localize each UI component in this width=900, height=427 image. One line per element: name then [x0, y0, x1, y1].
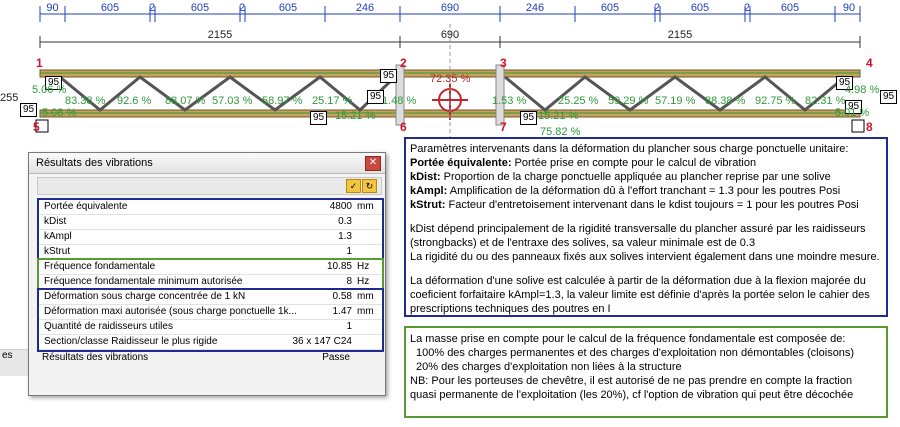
pct-label: 83.38 %: [65, 95, 106, 107]
info-line: La masse prise en compte pour le calcul …: [410, 333, 846, 345]
strip-label: es: [2, 350, 13, 361]
node-label: 6: [400, 120, 407, 134]
pct-label: 1.48 %: [382, 95, 417, 107]
pct-label: 25.25 %: [558, 95, 599, 107]
dim-label: 246: [525, 2, 545, 14]
info-line: kDist dépend principalement de la rigidi…: [410, 223, 866, 235]
dim-label: 605: [190, 2, 210, 14]
result-row: Déformation maxi autorisée (sous charge …: [39, 305, 382, 320]
pct-label: 15.21 %: [335, 110, 376, 122]
info-line: Portée équivalente: Portée prise en comp…: [410, 157, 757, 169]
pct-label: 15.21 %: [538, 110, 579, 122]
dim-label: 90: [842, 2, 856, 14]
result-row: kDist 0.3: [39, 215, 382, 230]
result-summary: Résultats des vibrations Passe: [37, 351, 380, 365]
dialog-toolbar: ✓ ↻: [37, 177, 382, 195]
node-label: 1: [36, 56, 43, 70]
pct-label: 92.75 %: [755, 95, 796, 107]
info-line: La rigidité du ou des panneaux fixés aux…: [410, 251, 880, 263]
group-deformation-params: Portée équivalente 4800 mm kDist 0.3 kAmpl 1…: [37, 198, 384, 262]
node-label: 3: [500, 56, 507, 70]
refresh-icon[interactable]: ↻: [362, 179, 377, 193]
info-line: 100% des charges permanentes et des char…: [416, 347, 855, 359]
ref-box: 95: [310, 111, 328, 125]
dim-label: 605: [100, 2, 120, 14]
center-pct: 72.35 %: [430, 73, 471, 85]
node-label: 2: [400, 56, 407, 70]
pct-label: 57.03 %: [212, 95, 253, 107]
info-line: kDist: Proportion de la charge ponctuell…: [410, 171, 831, 183]
dim-label: 2: [743, 2, 751, 14]
ref-box: 95: [380, 69, 398, 83]
dim-label: 2: [238, 2, 246, 14]
dim-label: 605: [600, 2, 620, 14]
dim-label: 90: [46, 2, 59, 14]
group-deflection: Déformation sous charge concentrée de 1 …: [37, 288, 384, 352]
dim-label: 2: [148, 2, 156, 14]
dim-label: 605: [278, 2, 298, 14]
group-frequency: Fréquence fondamentale 10.85 Hz Fréquence …: [37, 258, 384, 292]
pct-label: 92.6 %: [117, 95, 152, 107]
pct-label: 82.31 %: [805, 95, 846, 107]
node-label: 8: [866, 120, 873, 134]
pct-label: 25.17 %: [312, 95, 353, 107]
result-row: Résultats des vibrations Passe: [42, 352, 350, 363]
info-line: kAmpl: Amplification de la déformation d…: [410, 185, 841, 197]
info-line: quasi permanente de l'exploitation (les …: [410, 389, 854, 401]
pct-label: 57.19 %: [655, 95, 696, 107]
info-line: 20% des charges d'exploitation non liées…: [416, 361, 682, 373]
info-line: (strongbacks) et de l'entraxe des solive…: [410, 237, 756, 249]
result-row: Déformation sous charge concentrée de 1 …: [39, 290, 382, 305]
info-line: NB: Pour les porteuses de chevêtre, il e…: [410, 375, 853, 387]
result-row: Section/classe Raidisseur le plus rigide…: [39, 335, 382, 350]
close-icon[interactable]: ✕: [365, 156, 381, 171]
dim-label: 246: [355, 2, 375, 14]
pct-label: 5.06 %: [32, 84, 67, 96]
pct-label: 5.08 %: [42, 107, 77, 119]
node-label: 5: [33, 120, 40, 134]
info-line: Paramètres intervenants dans la déformat…: [410, 143, 849, 155]
dim-label: 690: [440, 2, 460, 14]
node-label: 7: [500, 120, 507, 134]
pct-label: 1.53 %: [492, 95, 527, 107]
span-dim: 2155: [667, 29, 693, 41]
pct-label: 59.29 %: [608, 95, 649, 107]
pct-label: 88.38 %: [705, 95, 746, 107]
dialog-title: Résultats des vibrations: [29, 153, 385, 174]
result-row: Fréquence fondamentale 10.85 Hz: [39, 260, 382, 275]
info-line: prescriptions techniques des poutres en …: [410, 303, 611, 315]
info-line: kStrut: Facteur d'entretoisement interve…: [410, 199, 859, 211]
background-toolbar-strip: es: [0, 349, 28, 376]
pct-label: 4.98 %: [845, 84, 880, 96]
ref-box: 95: [20, 103, 38, 117]
dim-label: 605: [690, 2, 710, 14]
info-line: La déformation d'une solive est calculée…: [410, 275, 866, 287]
height-dim: 255: [0, 92, 19, 104]
dim-label: 605: [780, 2, 800, 14]
info-line: coeficient forfaitaire kAmpl=1.3, la val…: [410, 289, 870, 301]
mass-info-panel: La masse prise en compte pour le calcul …: [404, 326, 888, 418]
span-dim: 690: [440, 29, 460, 41]
result-row: Quantité de raidisseurs utiles 1: [39, 320, 382, 335]
vibration-results-dialog: Résultats des vibrations ✕ ✓ ↻ Portée éq…: [28, 152, 386, 396]
result-row: kAmpl 1.3: [39, 230, 382, 245]
span-dim: 2155: [207, 29, 233, 41]
ref-box: 95: [520, 111, 538, 125]
pct-label: 88.07 %: [165, 95, 206, 107]
check-icon[interactable]: ✓: [346, 179, 361, 193]
ref-box: 95: [880, 90, 898, 104]
node-label: 4: [866, 56, 873, 70]
parameters-info-panel: Paramètres intervenants dans la déformat…: [404, 137, 888, 317]
result-row: Portée équivalente 4800 mm: [39, 200, 382, 215]
pct-label: 58.97 %: [262, 95, 303, 107]
pct-label: 5.01 %: [835, 107, 870, 119]
dim-label: 2: [653, 2, 661, 14]
